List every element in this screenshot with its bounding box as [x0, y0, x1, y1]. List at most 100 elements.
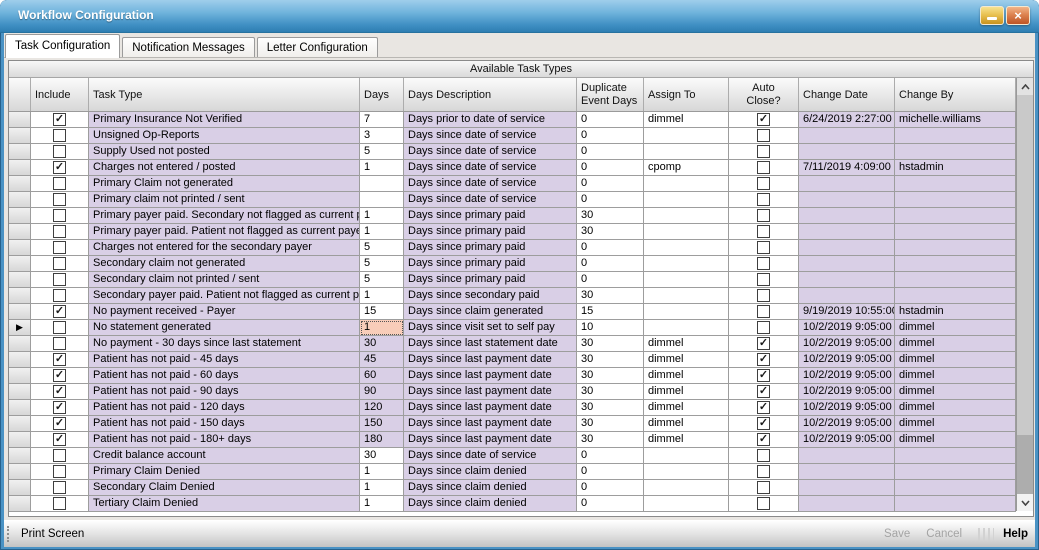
assign-to-cell[interactable] — [644, 496, 729, 512]
days-cell[interactable]: 90 — [360, 384, 404, 400]
auto-close-checkbox[interactable] — [757, 465, 770, 478]
days-cell[interactable]: 15 — [360, 304, 404, 320]
row-selector[interactable] — [9, 432, 31, 448]
duplicate-event-days-cell[interactable]: 0 — [577, 144, 644, 160]
days-cell[interactable]: 1 — [360, 224, 404, 240]
scrollbar-thumb[interactable] — [1017, 95, 1033, 435]
column-header-change_date[interactable]: Change Date — [799, 78, 895, 111]
auto-close-checkbox[interactable]: ✓ — [757, 417, 770, 430]
assign-to-cell[interactable]: dimmel — [644, 352, 729, 368]
row-selector[interactable] — [9, 144, 31, 160]
column-header-assign_to[interactable]: Assign To — [644, 78, 729, 111]
close-button[interactable]: × — [1006, 6, 1030, 25]
column-header-days[interactable]: Days — [360, 78, 404, 111]
duplicate-event-days-cell[interactable]: 30 — [577, 368, 644, 384]
include-checkbox[interactable] — [53, 177, 66, 190]
assign-to-cell[interactable] — [644, 288, 729, 304]
assign-to-cell[interactable] — [644, 192, 729, 208]
days-cell[interactable] — [360, 176, 404, 192]
days-cell[interactable] — [360, 192, 404, 208]
assign-to-cell[interactable]: dimmel — [644, 384, 729, 400]
assign-to-cell[interactable] — [644, 224, 729, 240]
include-checkbox[interactable] — [53, 337, 66, 350]
include-checkbox[interactable]: ✓ — [53, 433, 66, 446]
scroll-down-button[interactable] — [1017, 494, 1033, 511]
include-checkbox[interactable] — [53, 481, 66, 494]
days-cell[interactable]: 1 — [360, 464, 404, 480]
days-cell[interactable]: 180 — [360, 432, 404, 448]
include-checkbox[interactable]: ✓ — [53, 401, 66, 414]
duplicate-event-days-cell[interactable]: 0 — [577, 192, 644, 208]
include-checkbox[interactable] — [53, 497, 66, 510]
column-header-selector[interactable] — [9, 78, 31, 111]
days-cell[interactable]: 120 — [360, 400, 404, 416]
duplicate-event-days-cell[interactable]: 0 — [577, 448, 644, 464]
help-button[interactable]: Help — [1003, 528, 1028, 540]
row-selector[interactable] — [9, 400, 31, 416]
row-selector[interactable] — [9, 304, 31, 320]
days-cell[interactable]: 1 — [360, 496, 404, 512]
include-checkbox[interactable]: ✓ — [53, 161, 66, 174]
row-selector[interactable] — [9, 464, 31, 480]
row-selector[interactable] — [9, 176, 31, 192]
row-selector[interactable] — [9, 288, 31, 304]
include-checkbox[interactable] — [53, 465, 66, 478]
duplicate-event-days-cell[interactable]: 0 — [577, 160, 644, 176]
auto-close-checkbox[interactable] — [757, 177, 770, 190]
column-header-auto_close[interactable]: Auto Close? — [729, 78, 799, 111]
days-cell[interactable]: 3 — [360, 128, 404, 144]
auto-close-checkbox[interactable] — [757, 257, 770, 270]
scroll-up-button[interactable] — [1017, 78, 1033, 95]
column-header-duplicate_event_days[interactable]: Duplicate Event Days — [577, 78, 644, 111]
include-checkbox[interactable] — [53, 321, 66, 334]
duplicate-event-days-cell[interactable]: 0 — [577, 128, 644, 144]
assign-to-cell[interactable] — [644, 448, 729, 464]
include-checkbox[interactable] — [53, 449, 66, 462]
assign-to-cell[interactable]: dimmel — [644, 336, 729, 352]
cancel-button[interactable]: Cancel — [926, 528, 962, 540]
days-cell[interactable]: 30 — [360, 448, 404, 464]
auto-close-checkbox[interactable]: ✓ — [757, 113, 770, 126]
include-checkbox[interactable] — [53, 129, 66, 142]
include-checkbox[interactable] — [53, 257, 66, 270]
include-checkbox[interactable]: ✓ — [53, 113, 66, 126]
auto-close-checkbox[interactable] — [757, 241, 770, 254]
include-checkbox[interactable] — [53, 289, 66, 302]
row-selector[interactable] — [9, 336, 31, 352]
auto-close-checkbox[interactable]: ✓ — [757, 401, 770, 414]
row-selector[interactable] — [9, 128, 31, 144]
days-cell[interactable]: 1 — [360, 320, 404, 336]
assign-to-cell[interactable] — [644, 256, 729, 272]
include-checkbox[interactable] — [53, 225, 66, 238]
duplicate-event-days-cell[interactable]: 30 — [577, 416, 644, 432]
row-selector[interactable] — [9, 224, 31, 240]
assign-to-cell[interactable] — [644, 128, 729, 144]
row-selector[interactable] — [9, 256, 31, 272]
days-cell[interactable]: 5 — [360, 240, 404, 256]
duplicate-event-days-cell[interactable]: 0 — [577, 480, 644, 496]
include-checkbox[interactable] — [53, 241, 66, 254]
assign-to-cell[interactable] — [644, 176, 729, 192]
days-cell[interactable]: 1 — [360, 160, 404, 176]
days-cell[interactable]: 30 — [360, 336, 404, 352]
auto-close-checkbox[interactable] — [757, 161, 770, 174]
include-checkbox[interactable] — [53, 145, 66, 158]
column-header-days_description[interactable]: Days Description — [404, 78, 577, 111]
auto-close-checkbox[interactable]: ✓ — [757, 369, 770, 382]
assign-to-cell[interactable] — [644, 480, 729, 496]
duplicate-event-days-cell[interactable]: 10 — [577, 320, 644, 336]
auto-close-checkbox[interactable] — [757, 497, 770, 510]
include-checkbox[interactable] — [53, 209, 66, 222]
include-checkbox[interactable]: ✓ — [53, 385, 66, 398]
days-cell[interactable]: 1 — [360, 288, 404, 304]
assign-to-cell[interactable] — [644, 320, 729, 336]
days-cell[interactable]: 60 — [360, 368, 404, 384]
row-selector[interactable] — [9, 160, 31, 176]
auto-close-checkbox[interactable] — [757, 449, 770, 462]
row-selector[interactable]: ▶ — [9, 320, 31, 336]
column-header-task_type[interactable]: Task Type — [89, 78, 360, 111]
duplicate-event-days-cell[interactable]: 30 — [577, 432, 644, 448]
column-header-change_by[interactable]: Change By — [895, 78, 1016, 111]
days-cell[interactable]: 45 — [360, 352, 404, 368]
auto-close-checkbox[interactable] — [757, 289, 770, 302]
